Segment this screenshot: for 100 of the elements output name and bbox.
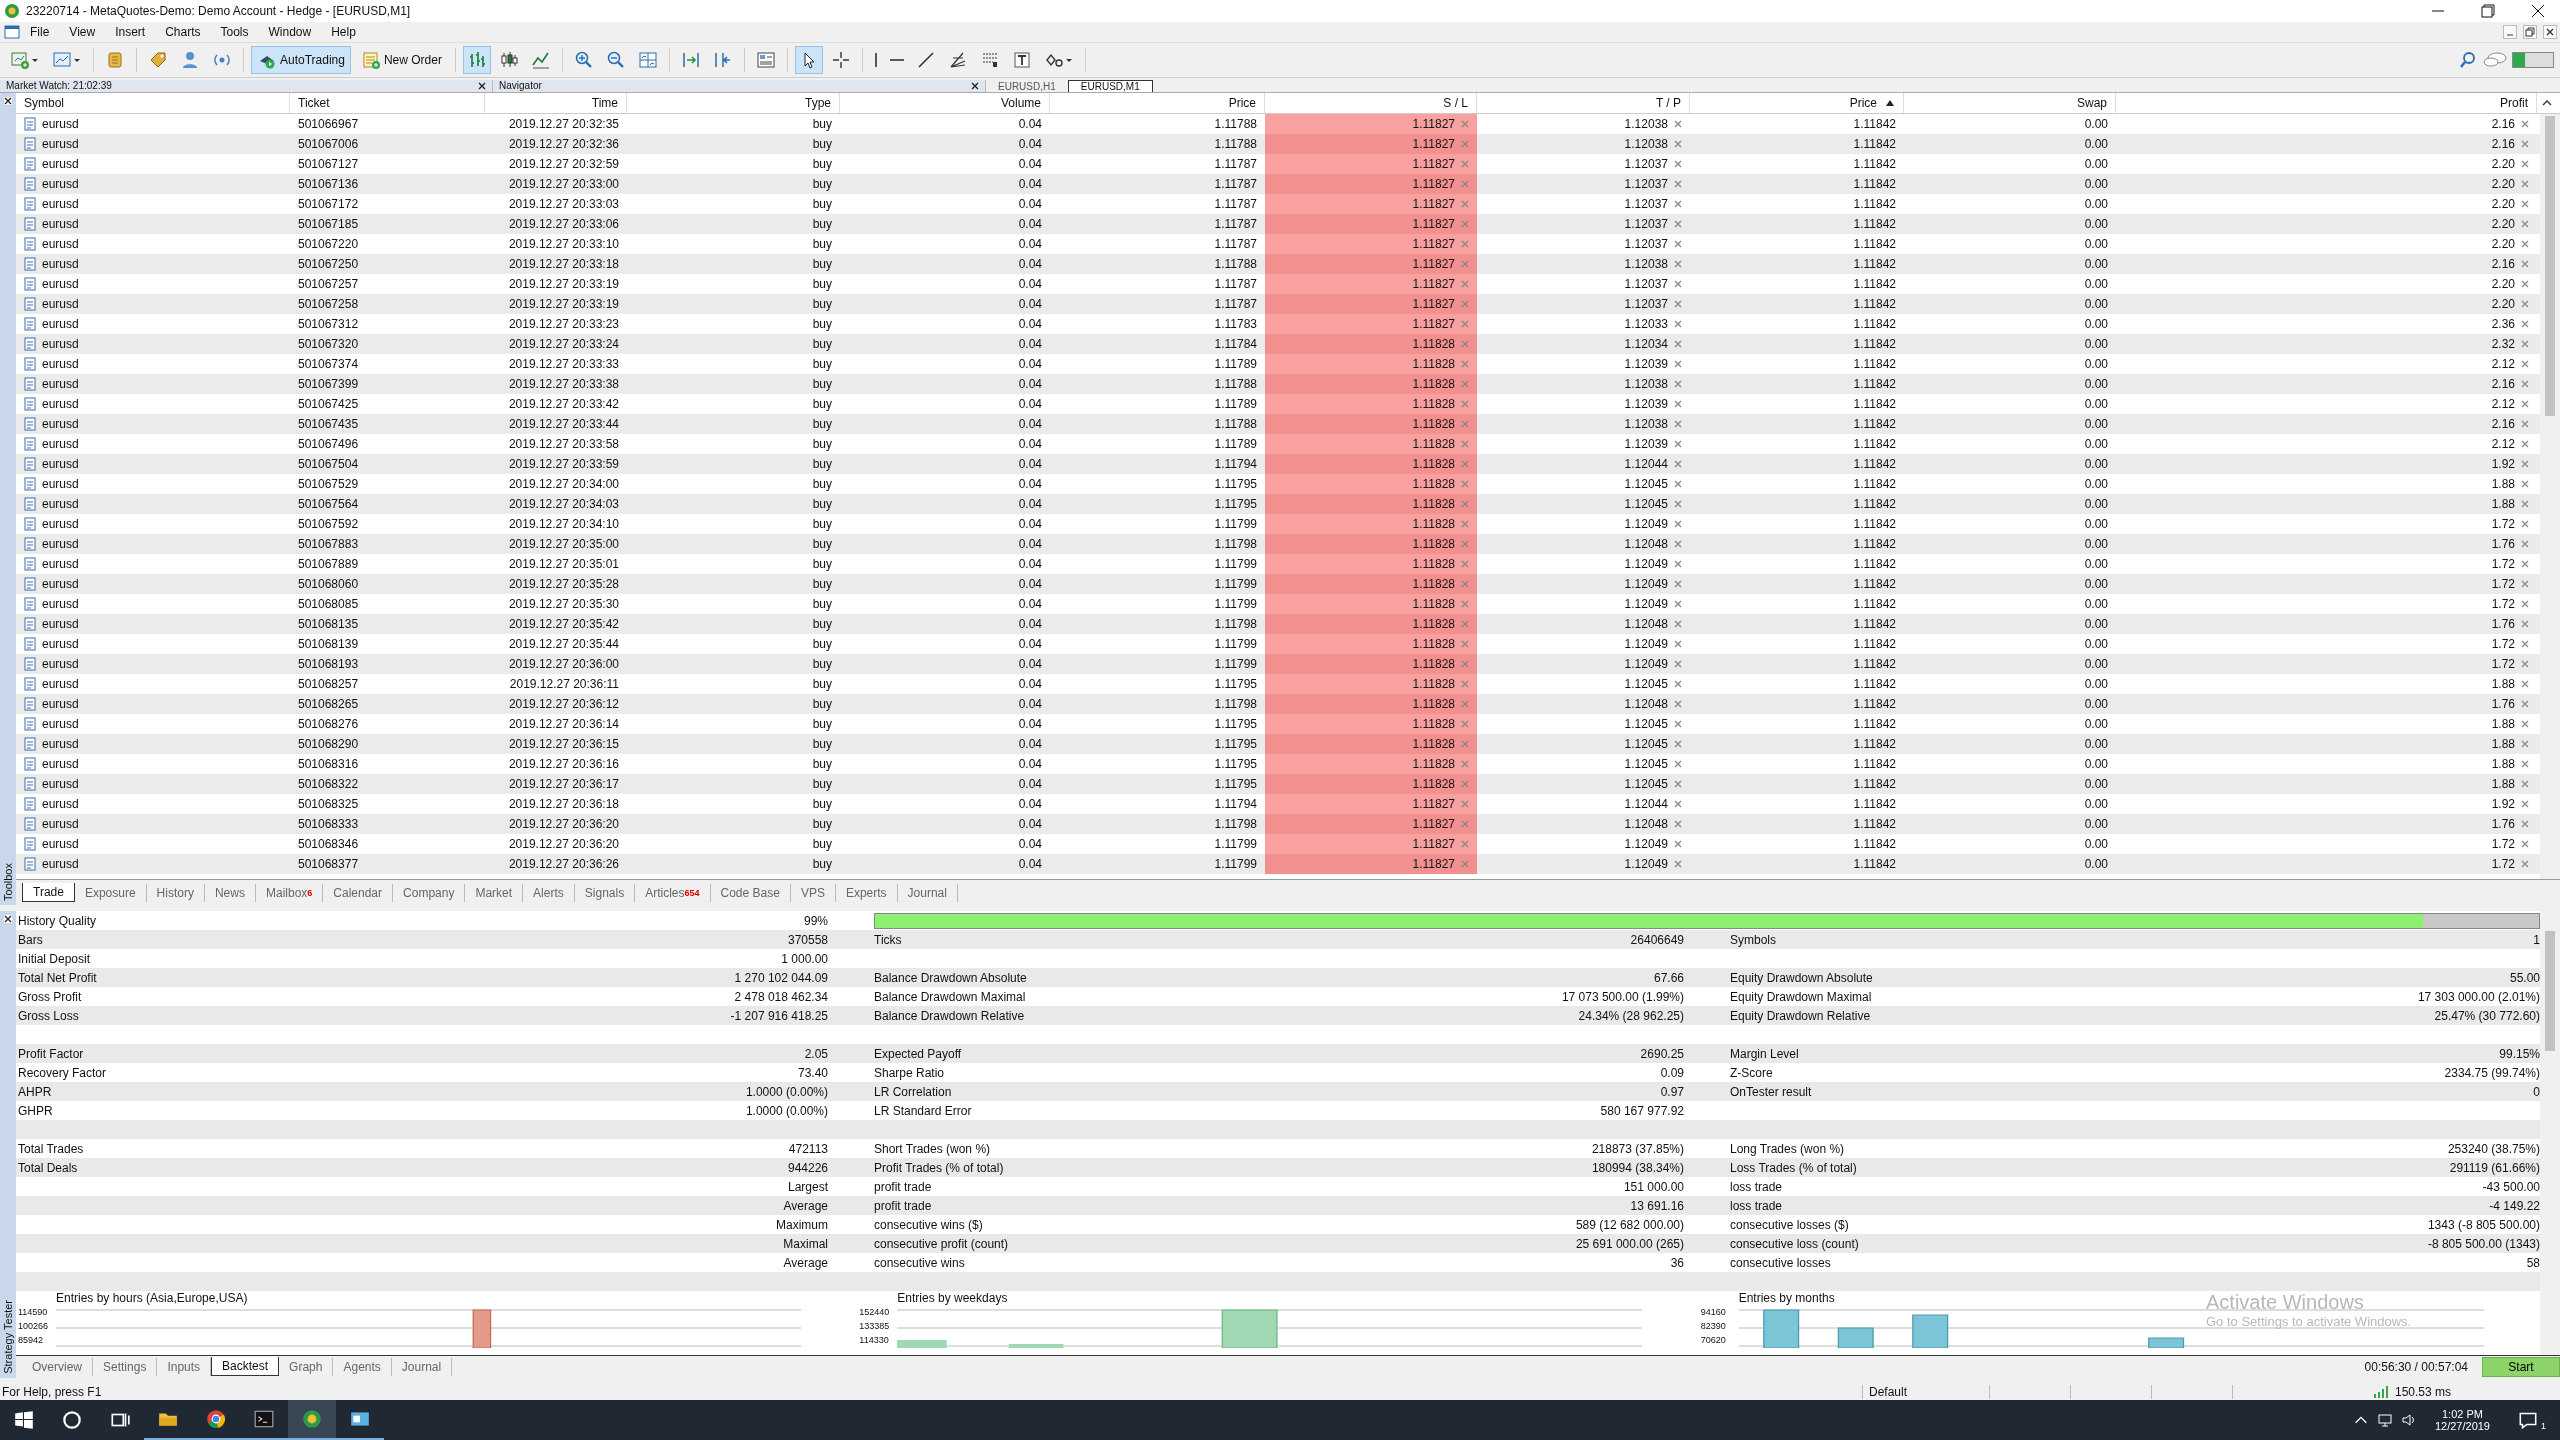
cross-icon[interactable] xyxy=(2521,719,2529,728)
cross-icon[interactable] xyxy=(2521,799,2529,808)
clock-time[interactable]: 1:02 PM xyxy=(2442,1407,2483,1420)
cross-icon[interactable] xyxy=(2521,179,2529,188)
tester-tab[interactable]: Journal xyxy=(391,1358,453,1376)
cross-icon[interactable] xyxy=(1674,439,1682,448)
cross-icon[interactable] xyxy=(1674,819,1682,828)
cross-icon[interactable] xyxy=(2521,779,2529,788)
cross-icon[interactable] xyxy=(1461,499,1469,508)
panel-tab[interactable]: VPS xyxy=(790,883,836,902)
cross-icon[interactable] xyxy=(1674,499,1682,508)
cross-icon[interactable] xyxy=(1461,119,1469,128)
cross-icon[interactable] xyxy=(1461,439,1469,448)
column-header[interactable]: Ticket xyxy=(290,92,485,113)
column-header[interactable]: Time xyxy=(485,92,627,113)
cross-icon[interactable] xyxy=(1461,719,1469,728)
menu-item[interactable]: Help xyxy=(321,24,366,39)
close-icon[interactable] xyxy=(4,96,12,105)
cross-icon[interactable] xyxy=(1461,259,1469,268)
cross-icon[interactable] xyxy=(2521,319,2529,328)
cross-icon[interactable] xyxy=(1674,299,1682,308)
cross-icon[interactable] xyxy=(1461,839,1469,848)
cross-icon[interactable] xyxy=(2521,119,2529,128)
cross-icon[interactable] xyxy=(2521,839,2529,848)
toolbar-button[interactable]: AutoTrading xyxy=(251,45,351,74)
close-icon[interactable] xyxy=(478,81,486,90)
cross-icon[interactable] xyxy=(1461,559,1469,568)
cross-icon[interactable] xyxy=(1674,659,1682,668)
cross-icon[interactable] xyxy=(2521,559,2529,568)
menu-item[interactable]: Window xyxy=(258,24,322,39)
panel-tab[interactable]: Calendar xyxy=(323,883,394,902)
cross-icon[interactable] xyxy=(1674,839,1682,848)
cross-icon[interactable] xyxy=(1461,599,1469,608)
cross-icon[interactable] xyxy=(1461,479,1469,488)
cross-icon[interactable] xyxy=(1674,619,1682,628)
column-header[interactable]: Type xyxy=(627,92,840,113)
chart-tab[interactable]: EURUSD,H1 xyxy=(986,80,1068,92)
tester-tab[interactable]: Backtest xyxy=(211,1357,280,1377)
toolbar-icon-button[interactable] xyxy=(794,45,823,74)
speaker-icon[interactable] xyxy=(2400,1411,2417,1428)
cross-icon[interactable] xyxy=(2521,539,2529,548)
column-header[interactable]: T / P xyxy=(1477,92,1690,113)
cross-icon[interactable] xyxy=(1674,459,1682,468)
panel-tab[interactable]: Journal xyxy=(897,883,958,902)
cross-icon[interactable] xyxy=(1674,699,1682,708)
cross-icon[interactable] xyxy=(1674,279,1682,288)
cross-icon[interactable] xyxy=(1461,199,1469,208)
cross-icon[interactable] xyxy=(1461,799,1469,808)
cross-icon[interactable] xyxy=(2521,339,2529,348)
cross-icon[interactable] xyxy=(2521,159,2529,168)
cross-icon[interactable] xyxy=(2521,419,2529,428)
cross-icon[interactable] xyxy=(1674,599,1682,608)
column-header[interactable]: Symbol xyxy=(16,92,290,113)
trading-app-icon[interactable] xyxy=(301,1407,323,1430)
menu-item[interactable]: Tools xyxy=(210,24,259,39)
panel-tab[interactable]: Exposure xyxy=(74,883,147,902)
cross-icon[interactable] xyxy=(2521,739,2529,748)
cross-icon[interactable] xyxy=(1461,339,1469,348)
cross-icon[interactable] xyxy=(2521,379,2529,388)
scrollbar[interactable] xyxy=(2540,113,2560,880)
panel-tab[interactable]: Trade xyxy=(22,883,75,903)
panel-tab[interactable]: Company xyxy=(393,883,466,902)
cross-icon[interactable] xyxy=(1461,379,1469,388)
cross-icon[interactable] xyxy=(1461,759,1469,768)
cross-icon[interactable] xyxy=(2521,299,2529,308)
cross-icon[interactable] xyxy=(2521,239,2529,248)
cross-icon[interactable] xyxy=(1461,279,1469,288)
cross-icon[interactable] xyxy=(1461,779,1469,788)
cross-icon[interactable] xyxy=(1461,699,1469,708)
cross-icon[interactable] xyxy=(2521,819,2529,828)
cross-icon[interactable] xyxy=(2521,619,2529,628)
cross-icon[interactable] xyxy=(1461,579,1469,588)
panel-tab[interactable]: History xyxy=(146,883,205,902)
cross-icon[interactable] xyxy=(1674,379,1682,388)
cross-icon[interactable] xyxy=(1674,219,1682,228)
cross-icon[interactable] xyxy=(1461,159,1469,168)
scrollbar[interactable] xyxy=(2540,911,2560,1355)
cross-icon[interactable] xyxy=(2521,639,2529,648)
panel-tab[interactable]: Signals xyxy=(574,883,636,902)
panel-tab[interactable]: Market xyxy=(465,883,524,902)
cross-icon[interactable] xyxy=(2521,199,2529,208)
cross-icon[interactable] xyxy=(1674,399,1682,408)
cross-icon[interactable] xyxy=(1674,539,1682,548)
minimize-icon[interactable] xyxy=(2503,24,2517,39)
cross-icon[interactable] xyxy=(1461,359,1469,368)
cross-icon[interactable] xyxy=(2521,679,2529,688)
cross-icon[interactable] xyxy=(1674,339,1682,348)
cross-icon[interactable] xyxy=(1461,519,1469,528)
cross-icon[interactable] xyxy=(1674,679,1682,688)
column-header[interactable]: Profit xyxy=(2116,92,2537,113)
cross-icon[interactable] xyxy=(1674,799,1682,808)
cross-icon[interactable] xyxy=(1461,819,1469,828)
network-icon[interactable] xyxy=(2376,1411,2393,1428)
cross-icon[interactable] xyxy=(2521,759,2529,768)
tester-tab[interactable]: Graph xyxy=(279,1358,334,1376)
cross-icon[interactable] xyxy=(2521,399,2529,408)
panel-tab[interactable]: Experts xyxy=(835,883,898,902)
cross-icon[interactable] xyxy=(1674,419,1682,428)
cross-icon[interactable] xyxy=(1674,199,1682,208)
cross-icon[interactable] xyxy=(1461,859,1469,868)
